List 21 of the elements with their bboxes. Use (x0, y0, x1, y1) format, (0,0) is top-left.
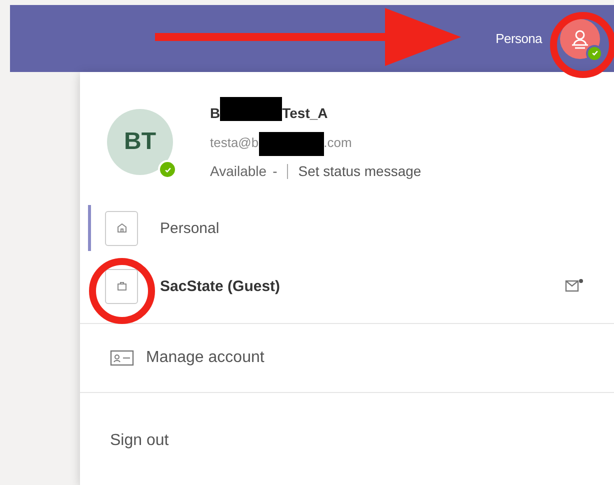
account-item[interactable]: SacState (Guest) (80, 257, 614, 315)
mail-icon[interactable] (564, 278, 584, 294)
separator-text: - (272, 163, 278, 179)
email-address: testa@b (210, 134, 259, 150)
id-card-icon (110, 349, 134, 367)
email-address: .com (324, 134, 352, 150)
account-label: Persona (496, 31, 542, 46)
status-label[interactable]: Available (210, 163, 267, 179)
set-status-link[interactable]: Set status message (298, 163, 422, 179)
briefcase-icon (105, 268, 138, 304)
avatar-initials: BT (124, 128, 156, 156)
menu-item[interactable]: Manage account (80, 324, 614, 392)
annotation-circle (550, 12, 614, 78)
account-item[interactable]: Personal (80, 199, 614, 257)
user-name: Test_A (282, 105, 328, 121)
annotation-circle (89, 258, 155, 324)
user-name: B (210, 105, 220, 121)
person-icon (569, 28, 591, 50)
home-icon (105, 210, 138, 246)
profile-button[interactable] (560, 18, 600, 58)
menu-item[interactable]: Sign out (80, 407, 614, 475)
